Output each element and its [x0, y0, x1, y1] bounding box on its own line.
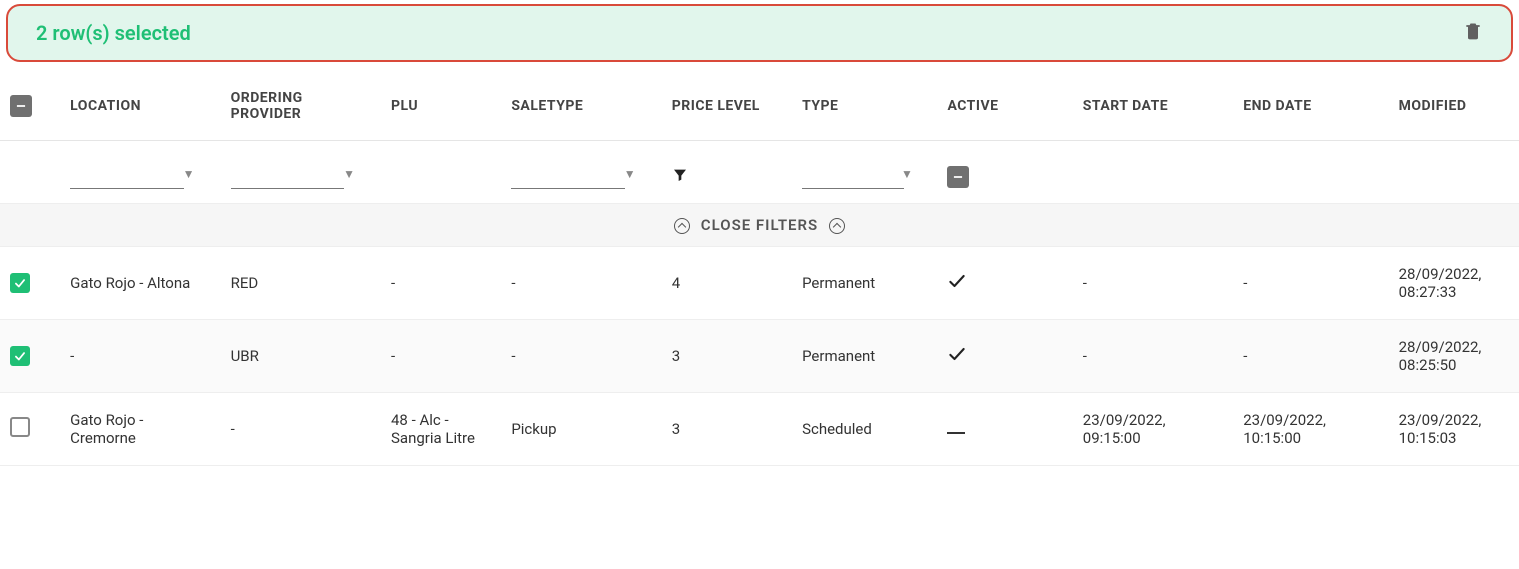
dropdown-icon: ▼ — [183, 167, 195, 181]
selection-count-text: 2 row(s) selected — [36, 21, 191, 45]
cell-ordering-provider: RED — [221, 247, 381, 320]
header-location[interactable]: LOCATION — [60, 72, 220, 141]
cell-ordering-provider: - — [221, 393, 381, 466]
cell-location: - — [60, 320, 220, 393]
close-filters-label: CLOSE FILTERS — [701, 216, 818, 234]
cell-saletype: - — [501, 320, 661, 393]
cell-price-level: 3 — [662, 393, 792, 466]
delete-selected-button[interactable] — [1463, 20, 1483, 46]
filter-location-input[interactable] — [70, 165, 184, 189]
header-plu[interactable]: PLU — [381, 72, 501, 141]
cell-price-level: 4 — [662, 247, 792, 320]
header-price-level[interactable]: PRICE LEVEL — [662, 72, 792, 141]
dropdown-icon: ▼ — [624, 167, 636, 181]
cell-modified: 28/09/2022, 08:27:33 — [1389, 247, 1519, 320]
cell-location: Gato Rojo - Altona — [60, 247, 220, 320]
cell-active — [937, 393, 1072, 466]
cell-plu: - — [381, 247, 501, 320]
cell-end-date: 23/09/2022, 10:15:00 — [1233, 393, 1388, 466]
filter-price-level-button[interactable] — [672, 168, 688, 187]
table-row: Gato Rojo - Cremorne-48 - Alc - Sangria … — [0, 393, 1519, 466]
cell-modified: 28/09/2022, 08:25:50 — [1389, 320, 1519, 393]
cell-saletype: Pickup — [501, 393, 661, 466]
cell-end-date: - — [1233, 247, 1388, 320]
cell-active — [937, 247, 1072, 320]
trash-icon — [1463, 20, 1483, 42]
header-start-date[interactable]: START DATE — [1073, 72, 1233, 141]
chevron-up-icon — [674, 218, 690, 234]
row-checkbox[interactable] — [10, 346, 30, 366]
close-filters-row[interactable]: CLOSE FILTERS — [0, 204, 1519, 247]
table-header-row: LOCATION ORDERING PROVIDER PLU SALETYPE … — [0, 72, 1519, 141]
data-table: LOCATION ORDERING PROVIDER PLU SALETYPE … — [0, 72, 1519, 466]
funnel-icon — [672, 167, 688, 183]
cell-type: Scheduled — [792, 393, 937, 466]
cell-end-date: - — [1233, 320, 1388, 393]
table-row: -UBR--3Permanent--28/09/2022, 08:25:50 — [0, 320, 1519, 393]
header-ordering-provider[interactable]: ORDERING PROVIDER — [221, 72, 381, 141]
cell-plu: - — [381, 320, 501, 393]
header-type[interactable]: TYPE — [792, 72, 937, 141]
header-saletype[interactable]: SALETYPE — [501, 72, 661, 141]
header-active[interactable]: ACTIVE — [937, 72, 1072, 141]
cell-start-date: - — [1073, 320, 1233, 393]
header-end-date[interactable]: END DATE — [1233, 72, 1388, 141]
select-all-checkbox[interactable] — [10, 95, 32, 117]
cell-type: Permanent — [792, 320, 937, 393]
dropdown-icon: ▼ — [343, 167, 355, 181]
filter-ordering-provider-input[interactable] — [231, 165, 345, 189]
filter-saletype-input[interactable] — [511, 165, 625, 189]
row-checkbox[interactable] — [10, 273, 30, 293]
filter-row: ▼ ▼ ▼ — [0, 141, 1519, 204]
check-icon — [947, 344, 967, 364]
chevron-up-icon — [829, 218, 845, 234]
cell-active — [937, 320, 1072, 393]
dash-icon — [947, 432, 965, 434]
filter-active-toggle[interactable] — [947, 166, 969, 188]
cell-price-level: 3 — [662, 320, 792, 393]
cell-start-date: 23/09/2022, 09:15:00 — [1073, 393, 1233, 466]
check-icon — [947, 271, 967, 291]
cell-plu: 48 - Alc - Sangria Litre — [381, 393, 501, 466]
row-checkbox[interactable] — [10, 417, 30, 437]
header-modified[interactable]: MODIFIED — [1389, 72, 1519, 141]
cell-ordering-provider: UBR — [221, 320, 381, 393]
cell-type: Permanent — [792, 247, 937, 320]
cell-start-date: - — [1073, 247, 1233, 320]
selection-banner: 2 row(s) selected — [6, 4, 1513, 62]
cell-saletype: - — [501, 247, 661, 320]
cell-modified: 23/09/2022, 10:15:03 — [1389, 393, 1519, 466]
table-row: Gato Rojo - AltonaRED--4Permanent--28/09… — [0, 247, 1519, 320]
filter-type-input[interactable] — [802, 165, 904, 189]
cell-location: Gato Rojo - Cremorne — [60, 393, 220, 466]
